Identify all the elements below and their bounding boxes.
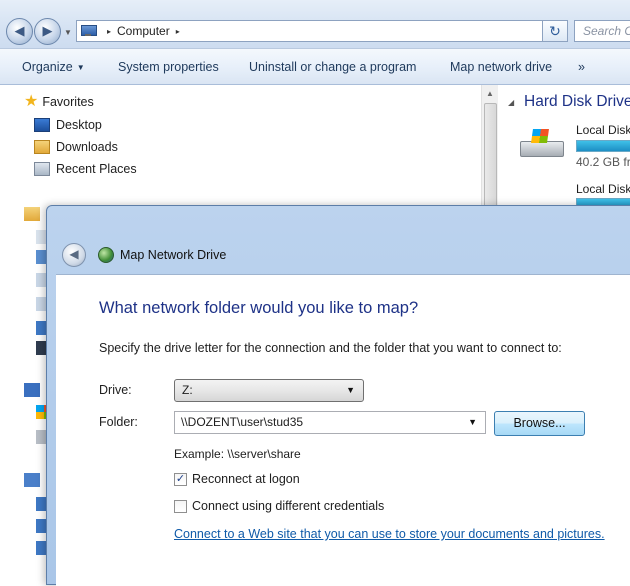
- drive-body: [520, 141, 564, 157]
- nav-item-label: Recent Places: [56, 162, 137, 176]
- folder-value: \\DOZENT\user\stud35: [181, 415, 304, 429]
- back-arrow-icon[interactable]: ◀: [62, 243, 86, 267]
- reconnect-label[interactable]: Reconnect at logon: [192, 472, 300, 486]
- breadcrumb-computer[interactable]: Computer: [117, 24, 170, 38]
- nav-item-label: Downloads: [56, 140, 118, 154]
- address-bar-area: ◀ ▶ ▼ ▸ Computer ▸ ▼ ↻ Search C: [0, 0, 630, 48]
- drive-label: Drive:: [99, 383, 132, 397]
- star-icon: ★: [24, 93, 39, 110]
- favorites-header[interactable]: ★ Favorites: [24, 93, 94, 110]
- network-drive-icon: [98, 247, 114, 263]
- nav-item-downloads[interactable]: Downloads: [34, 140, 118, 154]
- forward-button[interactable]: ▶: [34, 18, 61, 45]
- nav-item-recent-places[interactable]: Recent Places: [34, 162, 137, 176]
- breadcrumb-separator-icon[interactable]: ▸: [107, 27, 111, 36]
- favorites-label: Favorites: [42, 95, 94, 109]
- recent-pages-dropdown-icon[interactable]: ▼: [64, 28, 72, 37]
- web-storage-link[interactable]: Connect to a Web site that you can use t…: [174, 527, 605, 541]
- chevron-down-icon: ▼: [346, 385, 355, 395]
- windows-logo-icon: [531, 129, 549, 143]
- scroll-thumb[interactable]: [484, 103, 497, 213]
- chevron-down-icon: ▼: [76, 63, 85, 72]
- dialog-titlebar: ◀ Map Network Drive: [47, 206, 630, 274]
- libraries-icon[interactable]: [24, 207, 40, 221]
- example-text: Example: \\server\share: [174, 447, 301, 461]
- map-network-drive-dialog: ◀ Map Network Drive What network folder …: [46, 205, 630, 586]
- system-properties-button[interactable]: System properties: [118, 60, 219, 74]
- local-disk-icon[interactable]: [518, 129, 566, 159]
- command-bar: Organize ▼ System properties Uninstall or…: [0, 48, 630, 85]
- credentials-label[interactable]: Connect using different credentials: [192, 499, 384, 513]
- back-button[interactable]: ◀: [6, 18, 33, 45]
- computer-icon: [81, 25, 97, 37]
- reconnect-checkbox[interactable]: ✓: [174, 472, 187, 486]
- network-nav-icon[interactable]: [24, 473, 40, 487]
- breadcrumb-chevron-icon[interactable]: ▸: [176, 27, 180, 36]
- organize-menu[interactable]: Organize ▼: [22, 60, 85, 74]
- folder-label: Folder:: [99, 415, 138, 429]
- drive-usage-bar: [576, 140, 630, 152]
- desktop-icon: [34, 118, 50, 132]
- reconnect-option[interactable]: ✓ Reconnect at logon: [174, 472, 300, 486]
- credentials-option[interactable]: Connect using different credentials: [174, 499, 384, 513]
- dialog-body: What network folder would you like to ma…: [56, 274, 630, 586]
- credentials-checkbox[interactable]: [174, 499, 187, 513]
- dialog-title: Map Network Drive: [120, 248, 227, 262]
- drive-letter-select[interactable]: Z: ▼: [174, 379, 364, 402]
- drive-letter-value: Z:: [182, 383, 193, 397]
- scroll-up-icon[interactable]: ▲: [486, 89, 494, 98]
- drive-free-space: 40.2 GB fr: [576, 155, 630, 169]
- uninstall-program-button[interactable]: Uninstall or change a program: [249, 60, 416, 74]
- computer-nav-icon[interactable]: [24, 383, 40, 397]
- dialog-heading: What network folder would you like to ma…: [99, 299, 419, 317]
- map-network-drive-button[interactable]: Map network drive: [450, 60, 552, 74]
- refresh-button[interactable]: ↻: [542, 20, 568, 42]
- more-commands-button[interactable]: »: [578, 60, 585, 74]
- folder-history-dropdown-icon[interactable]: ▼: [468, 412, 477, 433]
- browse-button[interactable]: Browse...: [494, 411, 585, 436]
- drive-label[interactable]: Local Disk: [576, 182, 630, 196]
- nav-item-label: Desktop: [56, 118, 102, 132]
- dialog-instruction: Specify the drive letter for the connect…: [99, 341, 562, 355]
- recent-places-icon: [34, 162, 50, 176]
- downloads-folder-icon: [34, 140, 50, 154]
- drive-label[interactable]: Local Disk: [576, 123, 630, 137]
- folder-input[interactable]: \\DOZENT\user\stud35 ▼: [174, 411, 486, 434]
- collapse-triangle-icon[interactable]: ◢: [508, 98, 514, 107]
- search-input[interactable]: Search C: [574, 20, 630, 42]
- organize-label: Organize: [22, 60, 73, 74]
- nav-item-desktop[interactable]: Desktop: [34, 118, 102, 132]
- section-title-hard-disk-drives[interactable]: Hard Disk Drives: [524, 93, 630, 111]
- address-field[interactable]: ▸ Computer ▸ ▼: [76, 20, 568, 42]
